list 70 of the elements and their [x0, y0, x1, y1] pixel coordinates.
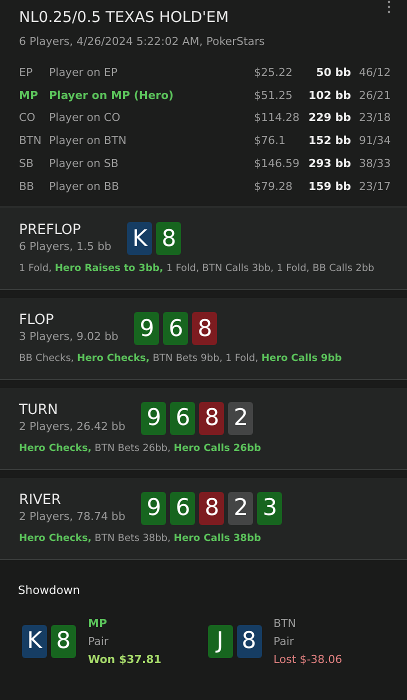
hand-result: Won $37.81 — [88, 652, 162, 668]
player-stack: $51.25 — [254, 88, 294, 104]
player-stack-bb: 159 bb — [307, 178, 351, 195]
player-position: CO — [19, 110, 36, 126]
player-stack-bb: 152 bb — [307, 133, 351, 150]
street-actions: 1 Fold, Hero Raises to 3bb, 1 Fold, BTN Calls 3bb, 1 Fold, BB Calls 2bb — [19, 262, 374, 276]
playing-card: K — [22, 625, 47, 658]
player-stack: $146.59 — [254, 156, 300, 172]
hand-subtitle: 6 Players, 4/26/2024 5:22:02 AM, PokerStars — [19, 34, 266, 50]
playing-card: 8 — [51, 625, 76, 658]
showdown-title: Showdown — [18, 582, 82, 600]
street-info: 2 Players, 78.74 bb — [19, 508, 126, 525]
playing-card: 6 — [170, 402, 196, 436]
hand-rank: Pair — [88, 634, 110, 650]
street-name: RIVER — [19, 492, 62, 509]
player-name: Player on SB — [49, 156, 120, 172]
player-stack: $114.28 — [254, 110, 300, 126]
player-stack-bb: 293 bb — [307, 156, 351, 172]
player-name: Player on BTN — [49, 133, 128, 150]
playing-card: 9 — [134, 312, 160, 346]
playing-card: 6 — [170, 492, 196, 526]
player-stats: 46/12 — [359, 65, 389, 82]
street-info: 6 Players, 1.5 bb — [19, 238, 112, 255]
player-stack: $25.22 — [254, 65, 294, 82]
playing-card: 8 — [199, 402, 224, 436]
player-name: Player on BB — [49, 178, 120, 195]
playing-card: 3 — [257, 492, 282, 526]
player-position: MP — [19, 88, 40, 104]
street-name: PREFLOP — [19, 222, 82, 239]
player-position: MP — [88, 616, 108, 632]
playing-card: 9 — [141, 492, 166, 526]
street-name: FLOP — [19, 312, 55, 329]
player-name: Player on CO — [49, 110, 122, 126]
more-options-icon[interactable] — [387, 0, 391, 14]
player-stats: 38/33 — [359, 156, 389, 172]
player-position: SB — [19, 156, 35, 172]
player-position: EP — [19, 65, 34, 82]
player-name: Player on EP — [49, 65, 119, 82]
hand-rank: Pair — [274, 634, 295, 650]
playing-card: 8 — [199, 492, 224, 526]
player-position: BTN — [19, 133, 42, 150]
street-name: TURN — [19, 402, 59, 419]
hand-title: NL0.25/0.5 TEXAS HOLD'EM — [19, 7, 230, 28]
playing-card: 8 — [236, 625, 262, 658]
player-stats: 23/18 — [359, 110, 389, 126]
player-stack-bb: 102 bb — [307, 88, 351, 104]
street-actions: BB Checks, Hero Checks, BTN Bets 9bb, 1 Fold, Hero Calls 9bb — [19, 352, 342, 366]
player-stats: 23/17 — [359, 178, 389, 195]
street-info: 3 Players, 9.02 bb — [19, 328, 118, 345]
player-stack: $76.1 — [254, 133, 286, 150]
playing-card: 2 — [228, 402, 254, 436]
player-stack-bb: 229 bb — [307, 110, 351, 126]
player-position: BB — [19, 178, 36, 195]
playing-card: J — [208, 625, 232, 658]
player-name: Player on MP (Hero) — [49, 88, 175, 104]
playing-card: 2 — [228, 492, 254, 526]
street-actions: Hero Checks, BTN Bets 26bb, Hero Calls 26bb — [19, 442, 261, 456]
hand-result: Lost $-38.06 — [274, 652, 342, 668]
playing-card: 9 — [141, 402, 166, 436]
playing-card: 6 — [163, 312, 188, 346]
street-actions: Hero Checks, BTN Bets 38bb, Hero Calls 38bb — [19, 532, 261, 546]
playing-card: 8 — [192, 312, 218, 346]
playing-card: 8 — [156, 222, 182, 256]
player-stats: 91/34 — [359, 133, 389, 150]
player-stats: 26/21 — [359, 88, 389, 104]
player-stack-bb: 50 bb — [315, 65, 351, 82]
playing-card: K — [127, 222, 152, 256]
player-position: BTN — [274, 616, 297, 632]
player-stack: $79.28 — [254, 178, 294, 195]
street-info: 2 Players, 26.42 bb — [19, 418, 126, 435]
